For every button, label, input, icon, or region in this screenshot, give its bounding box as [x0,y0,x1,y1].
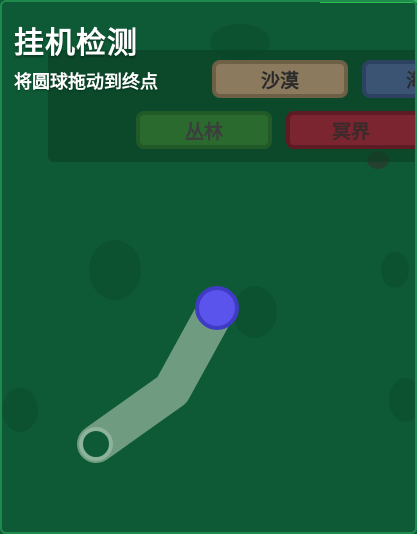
drag-path [77,289,236,463]
drag-ball[interactable] [195,286,239,330]
top-accent-bar [320,0,417,3]
game-stage: 沙漠 海 丛林 冥界 挂机检测 将圆球拖动到终点 [0,0,417,534]
drag-area [77,286,239,463]
goal-circle [79,427,113,461]
